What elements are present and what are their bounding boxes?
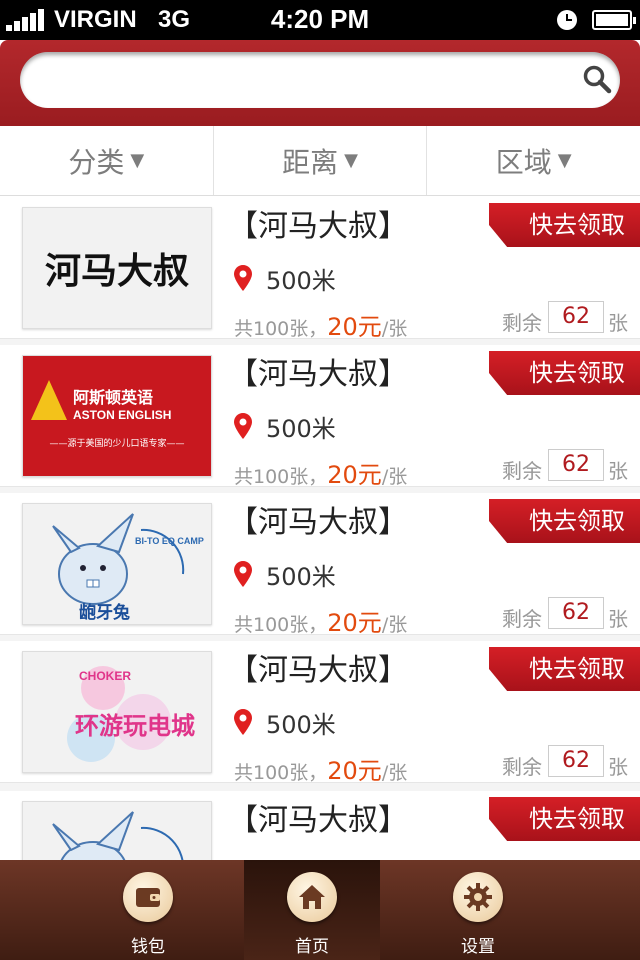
game-center-logo-icon: CHOKER 环游玩电城	[67, 666, 195, 762]
clock-icon	[557, 10, 577, 30]
dropdown-arrow-icon: ▼	[344, 150, 358, 171]
svg-text:CHOKER: CHOKER	[79, 669, 131, 683]
remain-count: 62	[548, 745, 604, 777]
filter-label: 区域	[495, 145, 552, 179]
search-icon[interactable]	[582, 64, 612, 94]
remain-count: 62	[548, 449, 604, 481]
list-item[interactable]: CHOKER 环游玩电城 【河马大叔】 500米 共100张，20元/张 剩余 …	[0, 641, 640, 785]
dropdown-arrow-icon: ▼	[557, 150, 572, 171]
price: 20元	[327, 313, 382, 341]
rabbit-logo-icon: BI-TO EQ CAMP 龅牙兔	[52, 513, 204, 623]
location-pin-icon	[234, 709, 252, 735]
item-title: 【河马大叔】	[228, 209, 408, 244]
claim-button[interactable]: 快去领取	[489, 499, 640, 543]
item-title: 【河马大叔】	[228, 357, 408, 392]
logo-text: 河马大叔	[44, 251, 189, 292]
remain-label: 剩余	[502, 755, 542, 779]
remain-unit: 张	[608, 755, 628, 779]
filter-region[interactable]: 区域 ▼	[427, 126, 640, 195]
tab-home[interactable]: 首页	[244, 860, 380, 960]
remain-count: 62	[548, 597, 604, 629]
logo-tagline: ——源于美国的少儿口语专家——	[49, 439, 185, 449]
merchant-logo: 河马大叔	[22, 207, 212, 329]
coupon-total: 共100张，20元/张	[234, 313, 408, 341]
search-input[interactable]	[44, 62, 544, 98]
remain-label: 剩余	[502, 607, 542, 631]
location-pin-icon	[234, 413, 252, 439]
coupon-list[interactable]: 河马大叔 【河马大叔】 500米 共100张，20元/张 剩余 62 张 快去领…	[0, 197, 640, 860]
claim-button[interactable]: 快去领取	[489, 647, 640, 691]
list-item[interactable]: 河马大叔 【河马大叔】 500米 共100张，20元/张 剩余 62 张 快去领…	[0, 197, 640, 341]
tab-label: 设置	[461, 937, 495, 957]
tab-settings[interactable]: 设置	[410, 860, 546, 960]
search-header	[0, 40, 640, 126]
price: 20元	[327, 757, 382, 785]
remain-unit: 张	[608, 607, 628, 631]
svg-text:龅牙兔: 龅牙兔	[79, 602, 130, 623]
remain-label: 剩余	[502, 311, 542, 335]
battery-icon	[592, 10, 636, 30]
remain-count: 62	[548, 301, 604, 333]
svg-text:环游玩电城: 环游玩电城	[75, 712, 195, 740]
remain-label: 剩余	[502, 459, 542, 483]
coupon-total: 共100张，20元/张	[234, 757, 408, 785]
location-pin-icon	[234, 265, 252, 291]
price: 20元	[327, 609, 382, 637]
tab-label: 首页	[295, 937, 329, 957]
logo-subtext: ASTON ENGLISH	[73, 408, 172, 422]
wallet-icon	[136, 888, 160, 907]
merchant-logo: CHOKER 环游玩电城	[22, 651, 212, 773]
merchant-logo: 阿斯顿英语 ASTON ENGLISH ——源于美国的少儿口语专家——	[22, 355, 212, 477]
filter-category[interactable]: 分类 ▼	[0, 126, 214, 195]
svg-text:BI-TO EQ CAMP: BI-TO EQ CAMP	[135, 536, 204, 546]
filter-bar: 分类 ▼ 距离 ▼ 区域 ▼	[0, 126, 640, 196]
distance: 500米	[266, 415, 336, 443]
filter-distance[interactable]: 距离 ▼	[214, 126, 428, 195]
item-title: 【河马大叔】	[228, 653, 408, 688]
list-item[interactable]: 【河马大叔】 快去领取	[0, 791, 640, 860]
merchant-logo: BI-TO EQ CAMP 龅牙兔	[22, 503, 212, 625]
price: 20元	[327, 461, 382, 489]
status-time: 4:20 PM	[270, 4, 370, 34]
list-item[interactable]: BI-TO EQ CAMP 龅牙兔 【河马大叔】 500米 共100张，20元/…	[0, 493, 640, 637]
item-title: 【河马大叔】	[228, 505, 408, 540]
tab-wallet[interactable]: 钱包	[80, 860, 216, 960]
search-box[interactable]	[20, 52, 620, 108]
claim-button[interactable]: 快去领取	[489, 351, 640, 395]
dropdown-arrow-icon: ▼	[130, 150, 145, 171]
remain-unit: 张	[608, 459, 628, 483]
merchant-logo	[22, 801, 212, 860]
item-title: 【河马大叔】	[228, 803, 408, 838]
coupon-total: 共100张，20元/张	[234, 609, 408, 637]
claim-button[interactable]: 快去领取	[489, 203, 640, 247]
logo-text: 阿斯顿英语	[73, 388, 154, 407]
home-icon	[299, 885, 325, 909]
coupon-total: 共100张，20元/张	[234, 461, 408, 489]
status-bar: VIRGIN 3G 4:20 PM	[0, 0, 640, 40]
list-item[interactable]: 阿斯顿英语 ASTON ENGLISH ——源于美国的少儿口语专家—— 【河马大…	[0, 345, 640, 489]
rabbit-logo-icon	[52, 811, 184, 860]
claim-button[interactable]: 快去领取	[489, 797, 640, 841]
remain-unit: 张	[608, 311, 628, 335]
distance: 500米	[266, 563, 336, 591]
distance: 500米	[266, 711, 336, 739]
gear-icon	[464, 883, 492, 911]
filter-label: 分类	[68, 145, 125, 179]
filter-label: 距离	[282, 145, 339, 179]
distance: 500米	[266, 267, 336, 295]
aston-logo-icon	[31, 380, 67, 420]
tab-label: 钱包	[131, 937, 165, 957]
tab-bar: 钱包 首页 设置	[0, 860, 640, 960]
location-pin-icon	[234, 561, 252, 587]
